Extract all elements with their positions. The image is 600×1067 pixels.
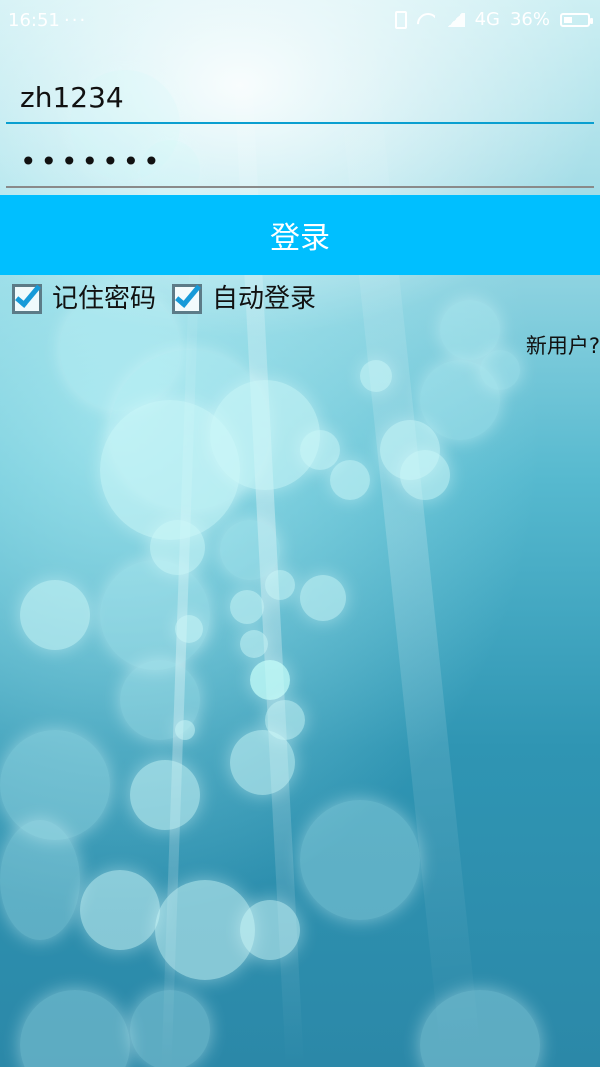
network-type: 4G: [474, 9, 500, 30]
battery-fill: [564, 16, 572, 23]
status-icons: 4G 36%: [394, 9, 593, 30]
bokeh-circle: [150, 520, 205, 575]
bokeh-circle: [0, 820, 80, 940]
bokeh-circle: [400, 450, 450, 500]
bokeh-circle: [210, 380, 320, 490]
auto-login-label[interactable]: 自动登录: [212, 284, 316, 314]
status-time: 16:51: [8, 10, 60, 31]
bokeh-circle: [230, 730, 295, 795]
bokeh-circle: [480, 350, 520, 390]
bokeh-circle: [250, 660, 290, 700]
remember-password-checkbox[interactable]: [12, 280, 42, 314]
auto-login-checkbox[interactable]: [172, 280, 203, 314]
vibrate-icon: [394, 10, 407, 29]
checkmark-icon: [175, 280, 201, 308]
bokeh-circle: [80, 870, 160, 950]
status-bar: 16:51 ··· 4G 36%: [0, 0, 600, 42]
password-input[interactable]: [6, 136, 594, 188]
bokeh-circle: [175, 720, 195, 740]
bokeh-circle: [300, 800, 420, 920]
bokeh-circle: [20, 580, 90, 650]
login-button[interactable]: 登录: [0, 195, 600, 275]
bokeh-circle: [360, 360, 392, 392]
bokeh-circle: [240, 900, 300, 960]
bokeh-circle: [130, 760, 200, 830]
battery-percent: 36%: [509, 9, 550, 30]
battery-icon: [560, 12, 593, 27]
bokeh-circle: [330, 460, 370, 500]
status-more-icon: ···: [64, 10, 88, 31]
signal-icon: [444, 12, 465, 27]
bokeh-circle: [20, 990, 130, 1067]
bokeh-circle: [230, 590, 264, 624]
bokeh-circle: [130, 990, 210, 1067]
remember-password-label[interactable]: 记住密码: [52, 284, 156, 314]
options-row: 记住密码 自动登录: [12, 280, 332, 314]
bokeh-circle: [300, 575, 346, 621]
username-input[interactable]: [6, 72, 594, 124]
login-screen: 16:51 ··· 4G 36% 登录 记住密码 自动登录 新用户?: [0, 0, 600, 1067]
bokeh-circle: [220, 520, 280, 580]
bokeh-circle: [265, 570, 295, 600]
bokeh-circle: [240, 630, 268, 658]
new-user-link[interactable]: 新用户?: [526, 330, 600, 360]
bokeh-circle: [175, 615, 203, 643]
wifi-icon: [417, 13, 435, 27]
checkmark-icon: [15, 280, 41, 308]
bokeh-circle: [300, 430, 340, 470]
